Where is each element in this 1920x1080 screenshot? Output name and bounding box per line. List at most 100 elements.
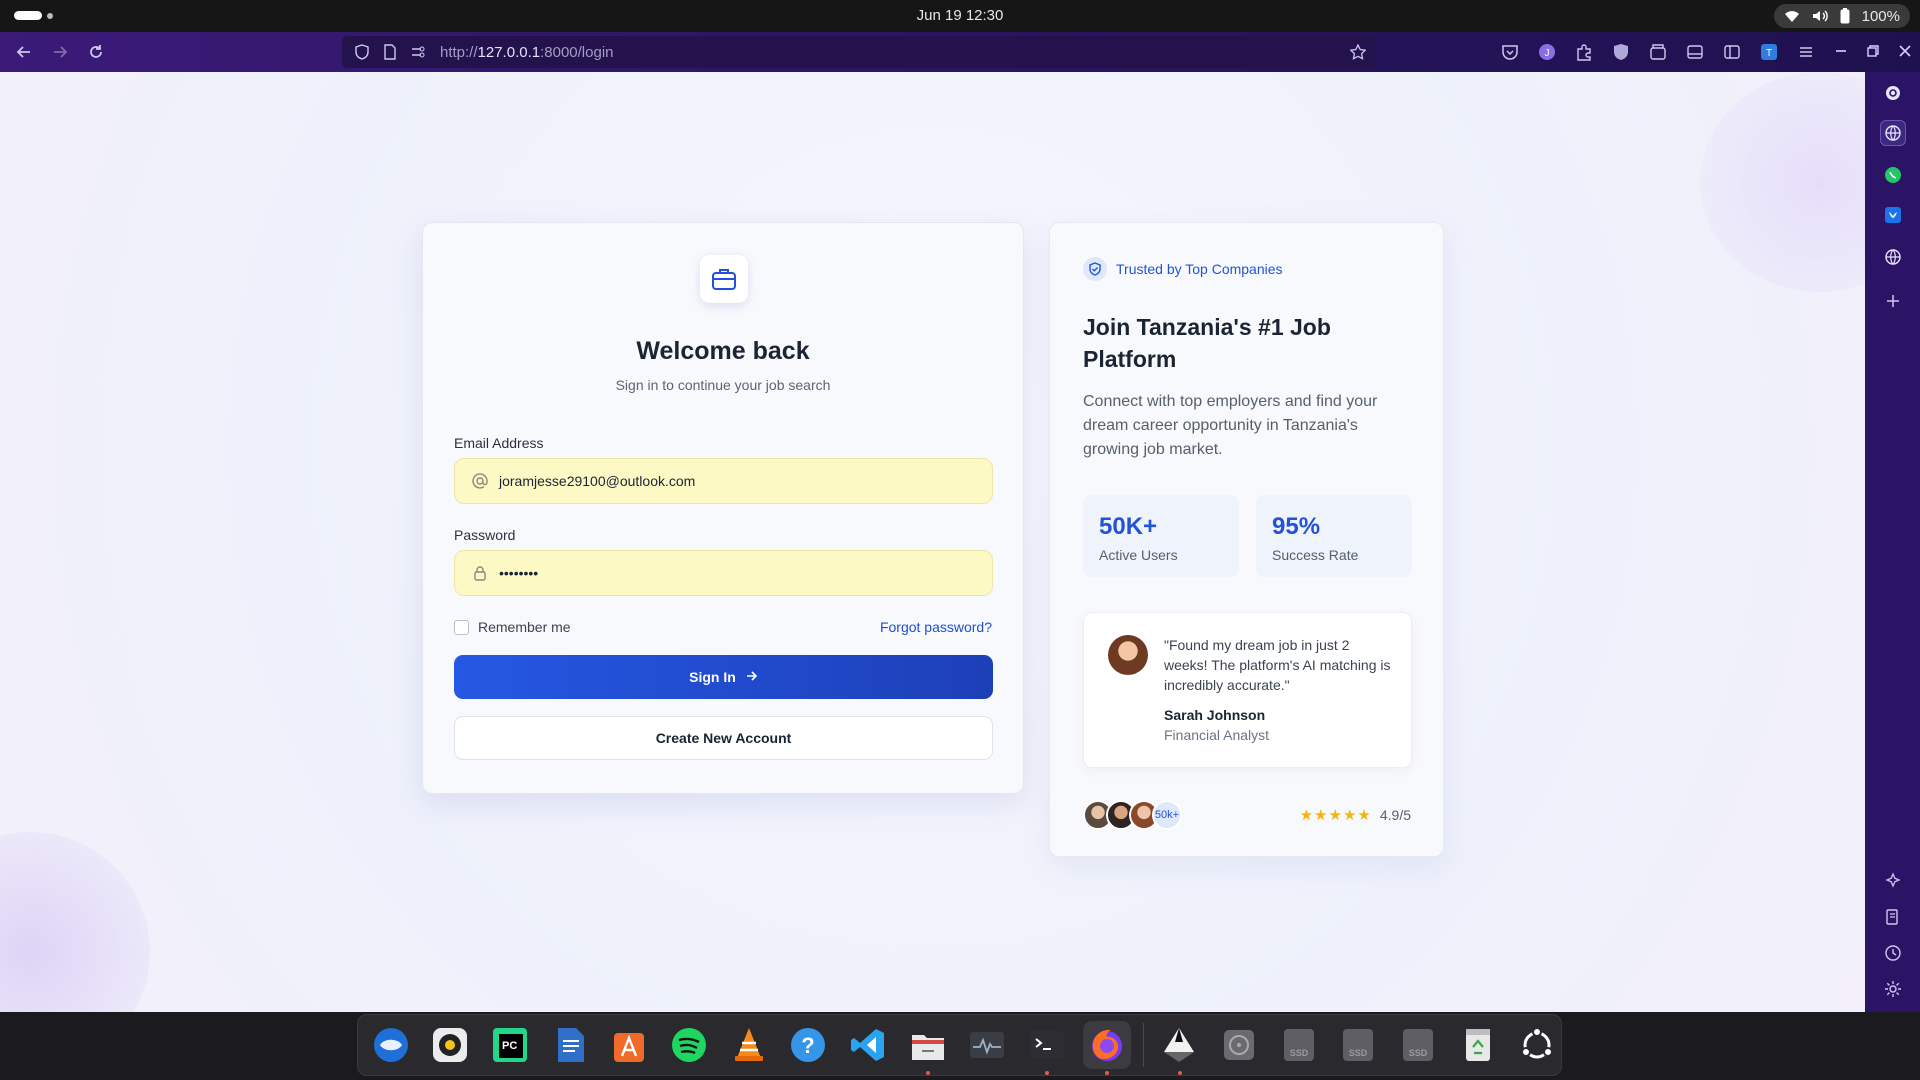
stat-value: 50K+ <box>1099 513 1158 540</box>
history-clock-icon[interactable] <box>1880 940 1906 966</box>
trash-icon[interactable] <box>1454 1021 1502 1069</box>
ssd-label: SSD <box>1349 1048 1368 1058</box>
globe-icon[interactable] <box>1880 120 1906 146</box>
thunderbird-icon[interactable] <box>367 1021 415 1069</box>
help-icon[interactable]: ? <box>785 1021 833 1069</box>
system-monitor-icon[interactable] <box>964 1021 1012 1069</box>
forward-arrow-icon[interactable] <box>50 42 70 62</box>
tracking-shield-icon[interactable] <box>354 44 370 60</box>
inkscape-icon[interactable] <box>1156 1021 1204 1075</box>
user-avatars: 50k+ <box>1083 800 1182 830</box>
extensions-puzzle-icon[interactable] <box>1574 42 1594 62</box>
files-icon[interactable] <box>904 1021 952 1075</box>
firefox-icon[interactable] <box>1082 1021 1131 1075</box>
browser-sidebar <box>1865 72 1920 1012</box>
url-text[interactable]: http://127.0.0.1:8000/login <box>440 44 614 61</box>
trusted-badge: Trusted by Top Companies <box>1083 257 1283 281</box>
add-icon[interactable] <box>1880 288 1906 314</box>
password-label: Password <box>454 527 516 543</box>
trusted-badge-label: Trusted by Top Companies <box>1116 261 1283 277</box>
reload-icon[interactable] <box>86 42 106 62</box>
login-subtitle: Sign in to continue your job search <box>615 377 831 393</box>
close-icon[interactable] <box>1896 42 1914 60</box>
address-bar[interactable]: http://127.0.0.1:8000/login <box>342 36 1376 68</box>
system-tray[interactable]: 100% <box>1773 4 1910 28</box>
vscode-icon[interactable] <box>844 1021 892 1069</box>
profile-avatar-icon[interactable]: J <box>1537 42 1557 62</box>
reader-view-icon[interactable] <box>1685 42 1705 62</box>
os-top-bar: Jun 19 12:30 100% <box>0 0 1920 32</box>
restore-icon[interactable] <box>1864 42 1882 60</box>
password-value: •••••••• <box>499 565 539 581</box>
sign-in-button[interactable]: Sign In <box>454 655 993 699</box>
ssd-icon[interactable]: SSD <box>1394 1021 1442 1069</box>
ublock-shield-icon[interactable] <box>1611 42 1631 62</box>
ssd-label: SSD <box>1409 1048 1428 1058</box>
clock[interactable]: Jun 19 12:30 <box>0 7 1920 24</box>
vlc-icon[interactable] <box>725 1021 773 1069</box>
volume-icon <box>1812 10 1828 22</box>
app-center-icon[interactable] <box>606 1021 654 1069</box>
ssd-label: SSD <box>1289 1048 1308 1058</box>
remember-me[interactable]: Remember me <box>454 619 571 635</box>
page-content: Welcome back Sign in to continue your jo… <box>0 72 1865 1012</box>
sidebar-toggle-icon[interactable] <box>1722 42 1742 62</box>
forgot-password-link[interactable]: Forgot password? <box>880 619 992 635</box>
testimonial-name: Sarah Johnson <box>1164 707 1266 723</box>
permissions-icon[interactable] <box>410 44 426 60</box>
gear-icon[interactable] <box>1880 976 1906 1002</box>
rhythmbox-icon[interactable] <box>427 1021 475 1069</box>
customize-icon[interactable] <box>1880 868 1906 894</box>
page-icon[interactable] <box>382 44 398 60</box>
stat-label: Active Users <box>1099 547 1178 563</box>
background-glow <box>0 832 150 1012</box>
shield-check-icon <box>1083 257 1107 281</box>
ssd-icon[interactable]: SSD <box>1335 1021 1383 1069</box>
info-description: Connect with top employers and find your… <box>1083 393 1378 458</box>
translate-icon[interactable]: T <box>1759 42 1779 62</box>
globe-icon[interactable] <box>1880 244 1906 270</box>
email-label: Email Address <box>454 435 544 451</box>
dock-separator <box>1142 1023 1144 1067</box>
at-sign-icon <box>471 472 489 490</box>
svg-text:?: ? <box>802 1033 815 1058</box>
disk-icon[interactable] <box>1215 1021 1263 1069</box>
ubuntu-icon[interactable] <box>1513 1021 1561 1069</box>
menu-hamburger-icon[interactable] <box>1796 42 1816 62</box>
password-field[interactable]: •••••••• <box>454 550 993 596</box>
pocket-icon[interactable] <box>1500 42 1520 62</box>
email-field[interactable]: joramjesse29100@outlook.com <box>454 458 993 504</box>
writer-icon[interactable] <box>546 1021 594 1069</box>
svg-text:J: J <box>1545 48 1550 59</box>
login-card: Welcome back Sign in to continue your jo… <box>422 222 1024 794</box>
spotify-icon[interactable] <box>665 1021 713 1069</box>
arrow-right-icon <box>746 669 758 685</box>
dock: PC ? SSD SSD SSD <box>357 1014 1562 1076</box>
info-heading: Join Tanzania's #1 Job Platform <box>1083 314 1331 372</box>
testimonial-role: Financial Analyst <box>1164 727 1270 743</box>
rating: ★★★★★ 4.9/5 <box>1300 806 1411 824</box>
minimize-icon[interactable] <box>1832 42 1850 60</box>
browser-toolbar: http://127.0.0.1:8000/login J T <box>0 32 1920 72</box>
testimonial-quote: "Found my dream job in just 2 weeks! The… <box>1164 637 1391 693</box>
bookmark-star-icon[interactable] <box>1349 43 1367 60</box>
create-account-button[interactable]: Create New Account <box>454 716 993 760</box>
sign-in-label: Sign In <box>689 669 736 685</box>
svg-text:T: T <box>1766 48 1772 59</box>
remember-me-checkbox[interactable] <box>454 619 469 635</box>
container-icon[interactable] <box>1648 42 1668 62</box>
more-users-badge: 50k+ <box>1152 800 1182 830</box>
ai-chat-icon[interactable] <box>1880 80 1906 106</box>
bluesky-icon[interactable] <box>1880 202 1906 228</box>
browser-extension-bar: J T <box>1500 42 1816 62</box>
terminal-icon[interactable] <box>1023 1021 1071 1075</box>
avatar <box>1108 635 1148 675</box>
window-controls <box>1832 42 1914 60</box>
whatsapp-icon[interactable] <box>1880 162 1906 188</box>
back-arrow-icon[interactable] <box>14 42 34 62</box>
stat-success-rate: 95% Success Rate <box>1256 495 1412 577</box>
battery-percentage: 100% <box>1861 7 1900 25</box>
pycharm-icon[interactable]: PC <box>486 1021 534 1069</box>
reading-list-icon[interactable] <box>1880 904 1906 930</box>
ssd-icon[interactable]: SSD <box>1275 1021 1323 1069</box>
